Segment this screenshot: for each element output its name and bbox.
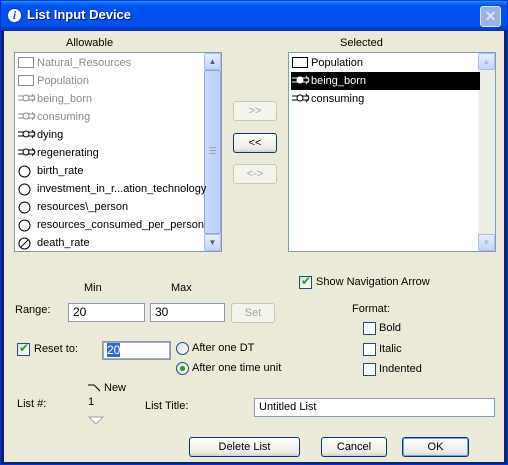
reset-checkbox[interactable]: ✔: [17, 341, 30, 356]
scroll-down-button[interactable]: ▼: [478, 234, 495, 251]
scroll-thumb[interactable]: [204, 70, 221, 234]
scroll-up-button[interactable]: ▲: [204, 53, 221, 70]
allowable-item[interactable]: resources\_person: [17, 198, 206, 216]
range-min-input[interactable]: 20: [68, 303, 145, 322]
allowable-list[interactable]: ▲ ▼ Natural_Resources Population being_bor…: [14, 52, 222, 252]
range-max-input[interactable]: 30: [150, 303, 225, 322]
reset-label: Reset to:: [34, 343, 79, 355]
selected-item[interactable]: being_born: [291, 72, 480, 90]
show-nav-arrow-checkbox[interactable]: ✔: [299, 274, 312, 289]
delete-list-button[interactable]: Delete List: [189, 437, 300, 457]
add-button[interactable]: >>: [233, 101, 277, 121]
info-icon: i: [7, 8, 22, 23]
allowable-item-label: consuming: [37, 111, 91, 123]
close-button[interactable]: ✕: [480, 6, 501, 27]
allowable-item-label: Population: [37, 75, 89, 87]
cancel-button[interactable]: Cancel: [321, 437, 387, 457]
show-nav-arrow-label: Show Navigation Arrow: [316, 276, 430, 288]
flow-icon: [292, 93, 310, 111]
allowable-item[interactable]: being_born: [17, 90, 206, 108]
selected-scrollbar[interactable]: ▲ ▼: [478, 53, 495, 251]
bold-checkbox[interactable]: [363, 322, 376, 335]
format-label: Format:: [352, 303, 390, 315]
allowable-item-label: Natural_Resources: [37, 57, 132, 69]
range-label: Range:: [15, 304, 51, 316]
list-title-input[interactable]: Untitled List: [254, 398, 495, 417]
scroll-up-button[interactable]: ▲: [478, 53, 495, 70]
indented-label: Indented: [379, 363, 422, 375]
next-list-arrow-icon: [87, 416, 105, 425]
allowable-item[interactable]: investment_in_r...ation_technology: [17, 180, 206, 198]
swap-button[interactable]: <->: [233, 164, 277, 184]
reset-value-input[interactable]: 20: [102, 341, 171, 360]
selected-header: Selected: [340, 37, 383, 49]
selected-list[interactable]: ▲ ▼ Population being_born consuming: [288, 52, 496, 252]
list-title-label: List Title:: [145, 400, 189, 412]
bold-label: Bold: [379, 322, 402, 334]
ghost-converter-icon: [18, 237, 32, 251]
allowable-item[interactable]: birth_rate: [17, 162, 206, 180]
allowable-item[interactable]: death_rate: [17, 234, 206, 251]
allowable-item-label: being_born: [37, 93, 93, 105]
max-label: Max: [171, 282, 192, 294]
allowable-item-label: investment_in_r...ation_technology: [37, 183, 207, 195]
allowable-scrollbar[interactable]: ▲ ▼: [204, 53, 221, 251]
after-one-dt-label: After one DT: [192, 342, 255, 354]
selected-item-label: consuming: [311, 93, 365, 105]
allowable-item-label: dying: [37, 129, 64, 141]
allowable-header: Allowable: [66, 37, 114, 49]
allowable-item[interactable]: resources_consumed_per_person: [17, 216, 206, 234]
new-list-link[interactable]: New: [104, 382, 126, 394]
allowable-item-label: resources\_person: [37, 201, 129, 213]
list-num-label: List #:: [17, 398, 47, 410]
allowable-item[interactable]: Natural_Resources: [17, 54, 206, 72]
remove-button[interactable]: <<: [233, 133, 277, 153]
allowable-item[interactable]: consuming: [17, 108, 206, 126]
set-button[interactable]: Set: [231, 303, 275, 323]
allowable-item[interactable]: Population: [17, 72, 206, 90]
window-title: List Input Device: [27, 7, 132, 22]
allowable-item-label: death_rate: [37, 237, 90, 249]
allowable-item-label: birth_rate: [37, 165, 84, 177]
selected-item[interactable]: consuming: [291, 90, 480, 108]
allowable-item[interactable]: dying: [17, 126, 206, 144]
dialog-body: Allowable ▲ ▼ Natural_Resources Populatio…: [4, 31, 504, 462]
italic-checkbox[interactable]: [363, 343, 376, 356]
allowable-item-label: resources_consumed_per_person: [37, 219, 204, 231]
indented-checkbox[interactable]: [363, 363, 376, 376]
after-one-time-unit-label: After one time unit: [192, 362, 282, 374]
ok-button[interactable]: OK: [402, 437, 469, 457]
min-label: Min: [84, 282, 102, 294]
title-bar[interactable]: i List Input Device ✕: [1, 1, 507, 31]
after-one-dt-radio[interactable]: [176, 342, 189, 355]
list-number-value: 1: [88, 396, 95, 408]
dialog-window: i List Input Device ✕ Allowable ▲ ▼ Natu…: [0, 0, 508, 465]
italic-label: Italic: [379, 343, 402, 355]
allowable-item[interactable]: regenerating: [17, 144, 206, 162]
selected-item-label: being_born: [311, 75, 367, 87]
selected-item-label: Population: [311, 57, 363, 69]
allowable-item-label: regenerating: [37, 147, 99, 159]
after-one-time-unit-radio[interactable]: [176, 362, 189, 375]
selected-item[interactable]: Population: [291, 54, 480, 72]
scroll-down-button[interactable]: ▼: [204, 234, 221, 251]
